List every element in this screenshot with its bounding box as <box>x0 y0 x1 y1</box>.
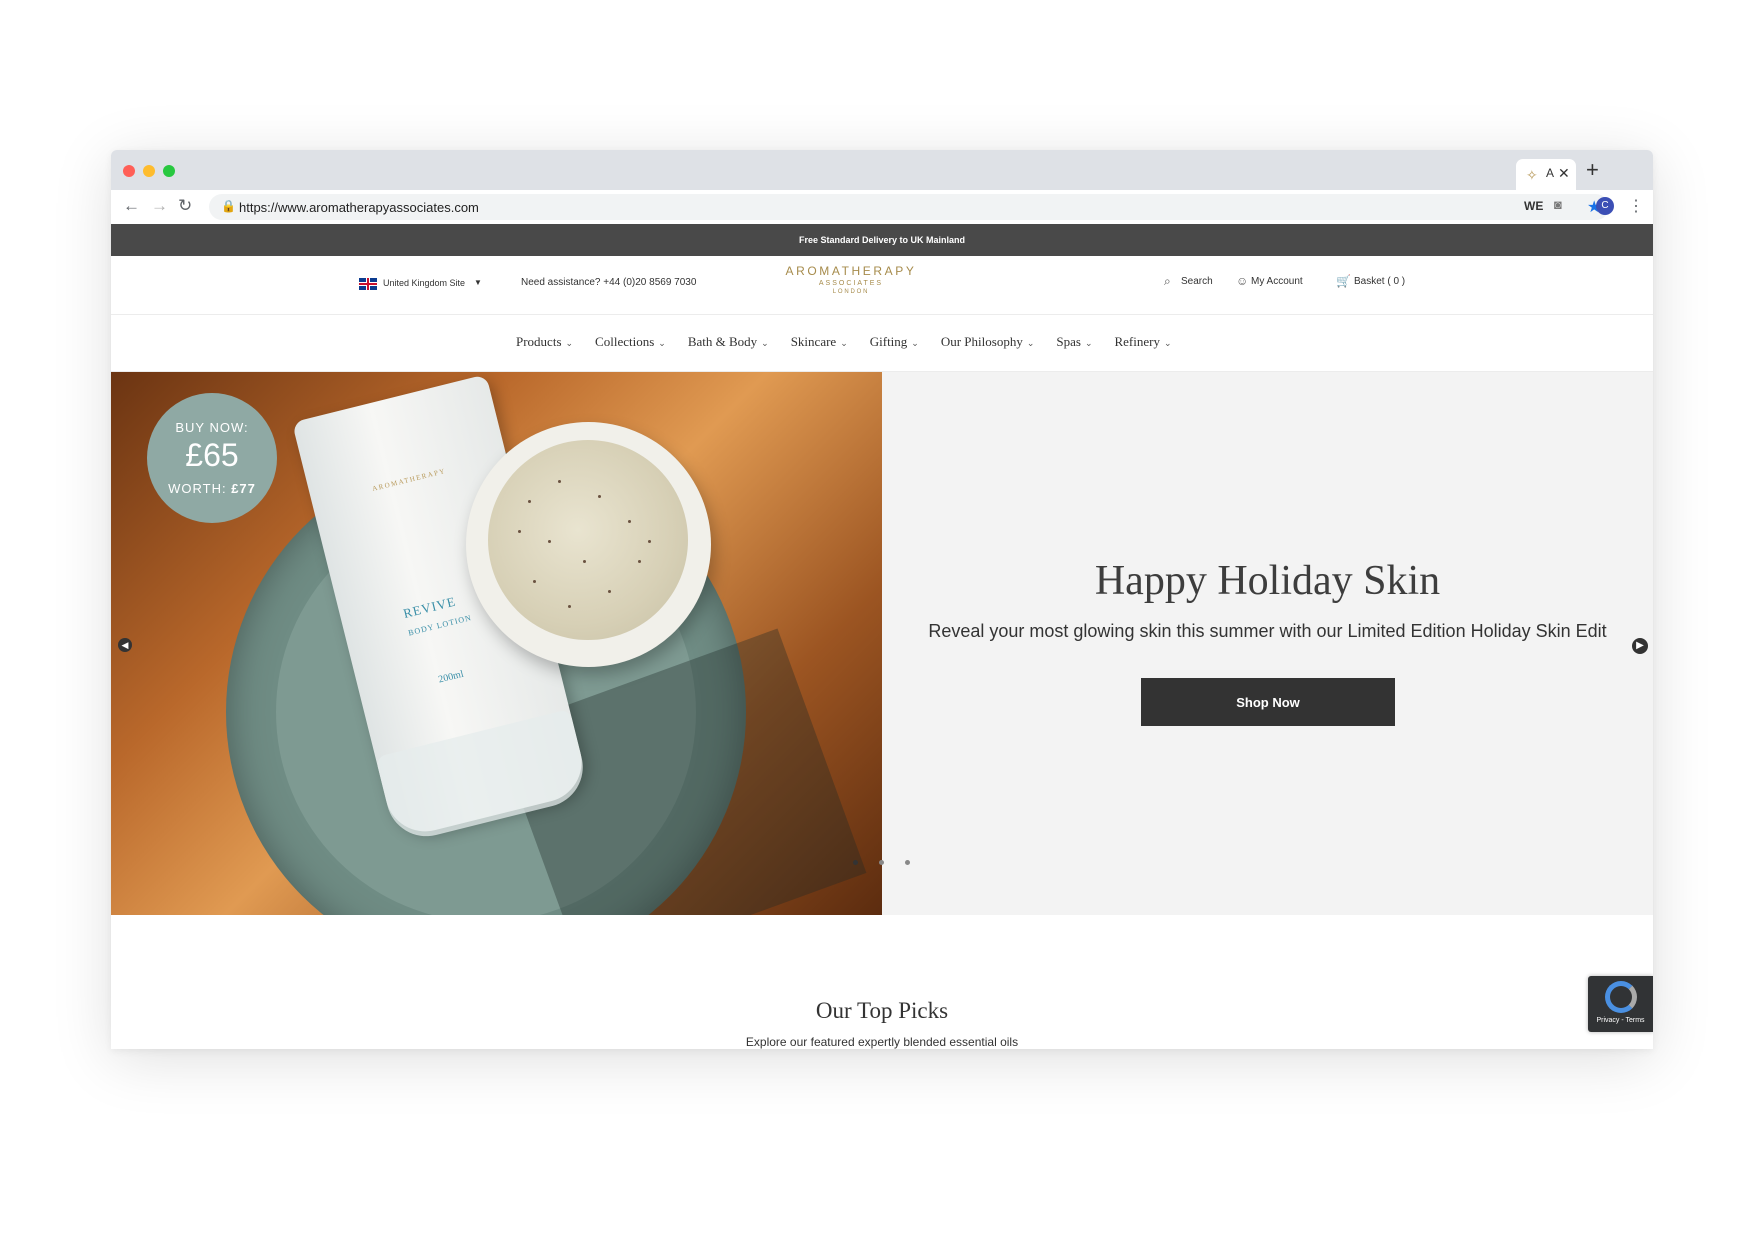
tab-close-icon[interactable]: ✕ <box>1558 165 1570 182</box>
logo-line-2: ASSOCIATES <box>818 280 884 287</box>
nav-products[interactable]: Products ⌄ <box>516 334 573 350</box>
recaptcha-text[interactable]: Privacy - Terms <box>1588 1017 1653 1024</box>
logo-line-3: LONDON <box>832 289 870 295</box>
recaptcha-icon <box>1605 981 1637 1013</box>
top-picks-title: Our Top Picks <box>815 998 949 1023</box>
recaptcha-badge[interactable]: Privacy - Terms <box>1588 976 1653 1032</box>
minimize-window-button[interactable] <box>143 165 155 177</box>
chevron-down-icon: ⌄ <box>1026 339 1035 349</box>
carousel-dot-3[interactable] <box>905 860 910 865</box>
top-picks-subtitle: Explore our featured expertly blended es… <box>745 1035 1019 1049</box>
tab-title: A <box>1546 166 1555 180</box>
scrub-cream <box>488 440 688 640</box>
browser-menu-icon[interactable]: ⋮ <box>1628 196 1644 216</box>
nav-our-philosophy[interactable]: Our Philosophy ⌄ <box>941 334 1035 350</box>
account-icon[interactable]: ☺ <box>1236 274 1248 288</box>
url-text[interactable]: https://www.aromatherapyassociates.com <box>239 200 479 215</box>
back-icon[interactable]: ← <box>123 196 140 216</box>
uk-flag-icon <box>359 278 377 290</box>
chevron-down-icon: ⌄ <box>1084 339 1093 349</box>
nav-refinery[interactable]: Refinery ⌄ <box>1114 334 1171 350</box>
basket-link[interactable]: Basket ( 0 ) <box>1354 276 1405 287</box>
chevron-down-icon: ⌄ <box>658 339 666 349</box>
price-badge: BUY NOW: £65 WORTH: £77 <box>147 393 277 523</box>
new-tab-icon[interactable]: + <box>1586 159 1599 181</box>
tube-brand: AROMATHERAPY <box>371 466 447 493</box>
basket-icon[interactable]: 🛒 <box>1336 274 1351 288</box>
carousel-next-icon[interactable]: ▶ <box>1632 638 1648 654</box>
hero-subtitle: Reveal your most glowing skin this summe… <box>928 621 1607 641</box>
site-selector[interactable]: United Kingdom Site <box>383 278 465 288</box>
promo-bar: Free Standard Delivery to UK Mainland <box>111 224 1653 256</box>
nav-bath-body[interactable]: Bath & Body ⌄ <box>688 334 769 350</box>
close-window-button[interactable] <box>123 165 135 177</box>
search-icon[interactable]: ⌕ <box>1164 274 1171 289</box>
chevron-down-icon: ⌄ <box>1163 339 1172 349</box>
badge-price: £65 <box>185 437 239 473</box>
assistance-phone: Need assistance? +44 (0)20 8569 7030 <box>521 277 697 288</box>
my-account-link[interactable]: My Account <box>1251 276 1303 287</box>
nav-collections[interactable]: Collections ⌄ <box>595 334 666 350</box>
chevron-down-icon: ⌄ <box>761 339 769 349</box>
chevron-down-icon: ⌄ <box>565 339 574 349</box>
main-navigation: Products ⌄ Collections ⌄ Bath & Body ⌄ Skin… <box>111 315 1653 372</box>
nav-skincare[interactable]: Skincare ⌄ <box>791 334 848 350</box>
browser-tab[interactable]: ✧ A ✕ <box>1516 159 1576 190</box>
extension-we-icon[interactable]: WE <box>1524 199 1543 213</box>
camera-extension-icon[interactable]: ◙ <box>1554 197 1562 212</box>
nav-gifting[interactable]: Gifting ⌄ <box>870 334 919 350</box>
nav-spas[interactable]: Spas ⌄ <box>1056 334 1092 350</box>
caret-down-icon[interactable]: ▼ <box>474 278 482 287</box>
forward-icon[interactable]: → <box>151 196 168 216</box>
brand-logo[interactable]: AROMATHERAPY ASSOCIATES LONDON <box>771 264 931 295</box>
profile-avatar[interactable]: C <box>1596 197 1614 215</box>
hero-product-image[interactable]: AROMATHERAPY REVIVE BODY LOTION 200ml BU… <box>111 372 882 915</box>
search-link[interactable]: Search <box>1181 276 1213 287</box>
carousel-dot-1[interactable] <box>853 860 858 865</box>
logo-line-1: AROMATHERAPY <box>785 264 917 278</box>
body-scrub-jar <box>466 422 711 667</box>
badge-worth: WORTH: £77 <box>168 481 256 496</box>
lock-icon: 🔒 <box>221 199 236 213</box>
badge-buy-now: BUY NOW: <box>175 420 249 435</box>
shop-now-button[interactable]: Shop Now <box>1141 678 1395 726</box>
browser-window: ✧ A ✕ + ← → ↻ 🔒 https://www.aromatherapy… <box>111 150 1653 1049</box>
reload-icon[interactable]: ↻ <box>178 196 192 216</box>
maximize-window-button[interactable] <box>163 165 175 177</box>
favicon-icon: ✧ <box>1526 167 1538 183</box>
address-bar[interactable]: 🔒 https://www.aromatherapyassociates.com… <box>209 194 1609 220</box>
title-bar: ✧ A ✕ + <box>111 150 1653 190</box>
chevron-down-icon: ⌄ <box>911 339 919 349</box>
site-header: United Kingdom Site ▼ Need assistance? +… <box>111 256 1653 315</box>
carousel-dot-2[interactable] <box>879 860 884 865</box>
hero-carousel: AROMATHERAPY REVIVE BODY LOTION 200ml BU… <box>111 372 1653 915</box>
hero-title: Happy Holiday Skin <box>1094 558 1441 604</box>
carousel-prev-icon[interactable]: ◀ <box>118 638 132 652</box>
tube-size: 200ml <box>437 668 465 686</box>
chevron-down-icon: ⌄ <box>840 339 848 349</box>
browser-toolbar: ← → ↻ 🔒 https://www.aromatherapyassociat… <box>111 190 1653 225</box>
